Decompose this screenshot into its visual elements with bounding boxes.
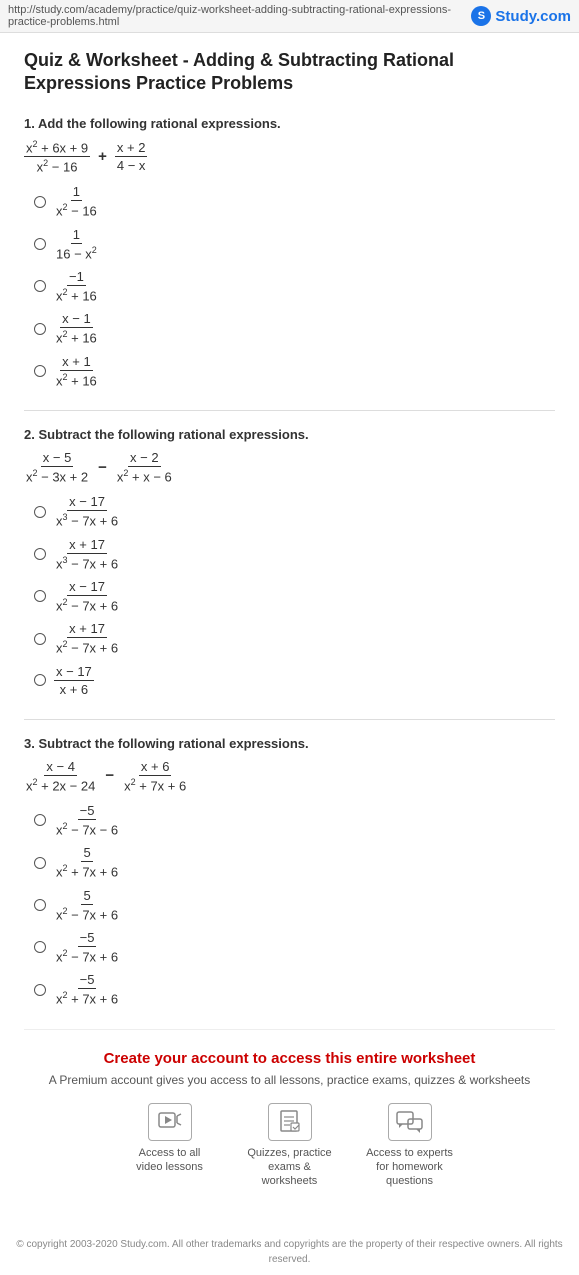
q3-option-c[interactable]: 5 x2 − 7x + 6 xyxy=(34,888,555,922)
q3-radio-c[interactable] xyxy=(34,899,46,911)
q3-options: −5 x2 − 7x − 6 5 x2 + 7x + 6 5 x2 − 7x +… xyxy=(34,803,555,1007)
cta-icons-row: Access to all video lessons Quizzes, pra… xyxy=(34,1103,545,1189)
footer: © copyright 2003-2020 Study.com. All oth… xyxy=(0,1229,579,1275)
q1-ans-c: −1 x2 + 16 xyxy=(54,269,99,303)
q1-options: 1 x2 − 16 1 16 − x2 −1 x2 + 16 xyxy=(34,184,555,388)
logo: S Study.com xyxy=(471,6,571,26)
q1-label: 1. Add the following rational expression… xyxy=(24,116,555,131)
question-2: 2. Subtract the following rational expre… xyxy=(24,427,555,697)
q3-radio-a[interactable] xyxy=(34,814,46,826)
main-content: Quiz & Worksheet - Adding & Subtracting … xyxy=(0,33,579,1229)
page-title: Quiz & Worksheet - Adding & Subtracting … xyxy=(24,49,555,96)
logo-icon: S xyxy=(471,6,491,26)
q2-ans-a: x − 17 x3 − 7x + 6 xyxy=(54,494,120,528)
cta-icon-video: Access to all video lessons xyxy=(125,1103,215,1189)
video-icon-label: Access to all video lessons xyxy=(125,1146,215,1175)
q3-option-e[interactable]: −5 x2 + 7x + 6 xyxy=(34,972,555,1006)
q3-frac1: x − 4 x2 + 2x − 24 xyxy=(24,759,97,793)
q1-radio-a[interactable] xyxy=(34,196,46,208)
chat-icon xyxy=(396,1110,424,1134)
q1-option-e[interactable]: x + 1 x2 + 16 xyxy=(34,354,555,388)
q1-radio-b[interactable] xyxy=(34,238,46,250)
q2-radio-e[interactable] xyxy=(34,674,46,686)
q1-radio-c[interactable] xyxy=(34,280,46,292)
q1-plus-op: + xyxy=(98,148,107,165)
q3-radio-e[interactable] xyxy=(34,984,46,996)
q3-minus-op: − xyxy=(105,767,114,784)
q2-radio-d[interactable] xyxy=(34,633,46,645)
cta-icon-experts: Access to experts for homework questions xyxy=(365,1103,455,1189)
question-3: 3. Subtract the following rational expre… xyxy=(24,736,555,1007)
cta-section: Create your account to access this entir… xyxy=(24,1029,555,1213)
q3-label: 3. Subtract the following rational expre… xyxy=(24,736,555,751)
q2-ans-d: x + 17 x2 − 7x + 6 xyxy=(54,621,120,655)
q1-option-d[interactable]: x − 1 x2 + 16 xyxy=(34,311,555,345)
q1-frac2: x + 2 4 − x xyxy=(115,140,148,173)
q1-option-c[interactable]: −1 x2 + 16 xyxy=(34,269,555,303)
q1-ans-a: 1 x2 − 16 xyxy=(54,184,99,218)
q2-ans-c: x − 17 x2 − 7x + 6 xyxy=(54,579,120,613)
q2-ans-e: x − 17 x + 6 xyxy=(54,664,94,697)
q3-ans-e: −5 x2 + 7x + 6 xyxy=(54,972,120,1006)
q1-frac1-num: x2 + 6x + 9 xyxy=(24,139,90,157)
experts-icon-box xyxy=(388,1103,432,1141)
q3-option-b[interactable]: 5 x2 + 7x + 6 xyxy=(34,845,555,879)
q1-frac2-den: 4 − x xyxy=(115,157,148,173)
q3-ans-c: 5 x2 − 7x + 6 xyxy=(54,888,120,922)
q2-options: x − 17 x3 − 7x + 6 x + 17 x3 − 7x + 6 x … xyxy=(34,494,555,696)
url-text: http://study.com/academy/practice/quiz-w… xyxy=(8,4,471,28)
video-icon xyxy=(158,1112,182,1132)
q2-option-c[interactable]: x − 17 x2 − 7x + 6 xyxy=(34,579,555,613)
q1-ans-d: x − 1 x2 + 16 xyxy=(54,311,99,345)
q1-ans-b: 1 16 − x2 xyxy=(54,227,99,261)
q1-expression: x2 + 6x + 9 x2 − 16 + x + 2 4 − x xyxy=(24,139,555,175)
experts-icon-label: Access to experts for homework questions xyxy=(365,1146,455,1189)
q2-frac1: x − 5 x2 − 3x + 2 xyxy=(24,450,90,484)
q2-ans-b: x + 17 x3 − 7x + 6 xyxy=(54,537,120,571)
q3-option-d[interactable]: −5 x2 − 7x + 6 xyxy=(34,930,555,964)
q2-expression: x − 5 x2 − 3x + 2 − x − 2 x2 + x − 6 xyxy=(24,450,555,484)
cta-subtitle: A Premium account gives you access to al… xyxy=(34,1073,545,1087)
q1-radio-e[interactable] xyxy=(34,365,46,377)
q2-minus-op: − xyxy=(98,459,107,476)
quiz-icon xyxy=(279,1110,301,1134)
q1-option-a[interactable]: 1 x2 − 16 xyxy=(34,184,555,218)
q3-ans-a: −5 x2 − 7x − 6 xyxy=(54,803,120,837)
q3-expression: x − 4 x2 + 2x − 24 − x + 6 x2 + 7x + 6 xyxy=(24,759,555,793)
q1-frac2-num: x + 2 xyxy=(115,140,148,157)
q2-label: 2. Subtract the following rational expre… xyxy=(24,427,555,442)
quiz-icon-box xyxy=(268,1103,312,1141)
q2-radio-a[interactable] xyxy=(34,506,46,518)
top-bar: http://study.com/academy/practice/quiz-w… xyxy=(0,0,579,33)
cta-icon-quiz: Quizzes, practice exams & worksheets xyxy=(245,1103,335,1189)
q2-frac2: x − 2 x2 + x − 6 xyxy=(115,450,174,484)
q3-ans-b: 5 x2 + 7x + 6 xyxy=(54,845,120,879)
q2-radio-c[interactable] xyxy=(34,590,46,602)
q1-ans-e: x + 1 x2 + 16 xyxy=(54,354,99,388)
q1-radio-d[interactable] xyxy=(34,323,46,335)
divider-1 xyxy=(24,410,555,411)
q1-option-b[interactable]: 1 16 − x2 xyxy=(34,227,555,261)
q3-option-a[interactable]: −5 x2 − 7x − 6 xyxy=(34,803,555,837)
divider-2 xyxy=(24,719,555,720)
quiz-icon-label: Quizzes, practice exams & worksheets xyxy=(245,1146,335,1189)
q2-option-d[interactable]: x + 17 x2 − 7x + 6 xyxy=(34,621,555,655)
q3-radio-d[interactable] xyxy=(34,941,46,953)
q3-radio-b[interactable] xyxy=(34,857,46,869)
q2-option-e[interactable]: x − 17 x + 6 xyxy=(34,664,555,697)
q1-frac1-den: x2 − 16 xyxy=(35,157,80,174)
q2-option-b[interactable]: x + 17 x3 − 7x + 6 xyxy=(34,537,555,571)
logo-text: Study.com xyxy=(495,8,571,25)
cta-title: Create your account to access this entir… xyxy=(34,1050,545,1067)
question-1: 1. Add the following rational expression… xyxy=(24,116,555,388)
video-icon-box xyxy=(148,1103,192,1141)
q3-frac2: x + 6 x2 + 7x + 6 xyxy=(122,759,188,793)
q1-frac1: x2 + 6x + 9 x2 − 16 xyxy=(24,139,90,175)
q2-radio-b[interactable] xyxy=(34,548,46,560)
q3-ans-d: −5 x2 − 7x + 6 xyxy=(54,930,120,964)
q2-option-a[interactable]: x − 17 x3 − 7x + 6 xyxy=(34,494,555,528)
